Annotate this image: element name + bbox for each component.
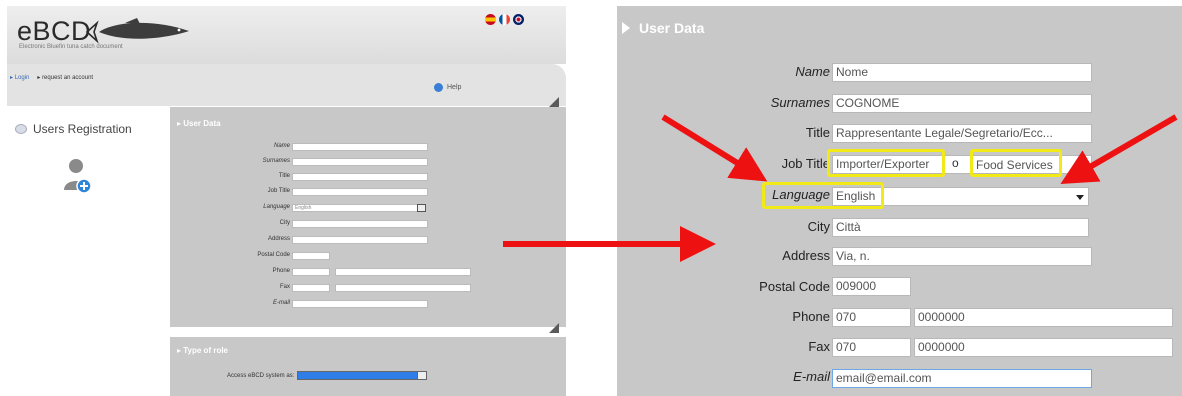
logo-subtitle: Electronic Bluefin tuna catch document [19,44,123,50]
composite-stage: eBCD Electronic Bluefin tuna catch docum… [0,0,1182,396]
title-input[interactable] [292,173,428,181]
postal-code-label: Postal Code [257,252,290,258]
uk-flag-icon[interactable] [513,14,524,25]
city-label: City [279,220,290,226]
email-input[interactable]: email@email.com [832,369,1092,388]
breadcrumb: ▸ Login ▸ request an account [10,74,93,81]
email-input[interactable] [292,300,428,308]
corner-decoration [549,97,559,107]
add-user-icon [64,159,92,194]
postal-code-label: Postal Code [759,279,830,294]
login-link[interactable]: ▸ Login [10,74,29,81]
city-input[interactable] [292,220,428,228]
corner-decoration [549,323,559,333]
panel-title: User Data [639,20,705,36]
job-title-label: Job Title [781,156,830,171]
language-dropdown-arrow-icon[interactable] [417,204,426,212]
job-title-input[interactable] [292,188,428,196]
language-label: Language [263,204,290,210]
address-input[interactable]: Via, n. [832,247,1092,266]
city-label: City [807,219,830,234]
surnames-input[interactable] [292,158,428,166]
email-label: E-mail [793,369,830,384]
role-label: Access eBCD system as: [227,373,295,379]
address-label: Address [782,248,830,263]
zoomed-user-data-panel: User Data Name Nome Surnames COGNOME Tit… [617,6,1182,396]
surnames-label: Surnames [770,95,830,110]
type-of-role-panel [170,337,566,396]
postal-code-input[interactable] [292,252,330,260]
city-input[interactable]: Città [832,218,1089,237]
help-button[interactable]: Help [434,83,461,92]
title-label: Title [278,173,290,179]
postal-code-input[interactable]: 009000 [832,277,911,296]
surnames-label: Surnames [262,158,290,164]
name-label: Name [273,143,290,149]
address-input[interactable] [292,236,428,244]
phone-prefix-input[interactable]: 070 [832,308,911,327]
request-account-link[interactable]: ▸ request an account [37,74,93,81]
job-title-separator: o [952,156,959,170]
highlight-job-title-b [970,149,1062,177]
highlight-language [762,182,884,209]
role-panel-title: ▸ Type of role [177,346,228,355]
title-input[interactable]: Rappresentante Legale/Segretario/Ecc... [832,124,1092,143]
phone-number-input[interactable] [335,268,471,276]
language-flags [485,14,524,25]
chevron-down-icon[interactable] [417,372,426,379]
chevron-down-icon[interactable] [1076,195,1084,200]
language-select[interactable]: English [292,204,426,212]
fax-prefix-input[interactable] [292,284,330,292]
role-select[interactable] [297,371,427,380]
panel-title: ▸ User Data [177,119,221,128]
spanish-flag-icon[interactable] [485,14,496,25]
phone-label: Phone [792,309,830,324]
highlight-job-title-a [827,149,945,177]
user-data-panel [170,107,566,327]
name-input[interactable] [292,143,428,151]
logo-text: eBCD [17,16,92,46]
fax-label: Fax [808,339,830,354]
name-label: Name [795,64,830,79]
panel-triangle-icon [622,22,630,34]
phone-label: Phone [272,268,290,274]
sidebar-title: Users Registration [15,122,132,136]
french-flag-icon[interactable] [499,14,510,25]
job-title-label: Job Title [267,188,290,194]
email-label: E-mail [272,300,290,306]
surnames-input[interactable]: COGNOME [832,94,1092,113]
title-label: Title [805,125,830,140]
address-label: Address [267,236,290,242]
phone-number-input[interactable]: 0000000 [914,308,1173,327]
tuna-logo-icon [85,18,189,44]
nav-bar [7,64,566,106]
fax-number-input[interactable]: 0000000 [914,338,1173,357]
fax-label: Fax [279,284,290,290]
phone-prefix-input[interactable] [292,268,330,276]
left-page-screenshot: eBCD Electronic Bluefin tuna catch docum… [7,6,566,396]
help-icon [434,83,443,92]
registration-icon [15,124,27,134]
fax-prefix-input[interactable]: 070 [832,338,911,357]
name-input[interactable]: Nome [832,63,1092,82]
fax-number-input[interactable] [335,284,471,292]
